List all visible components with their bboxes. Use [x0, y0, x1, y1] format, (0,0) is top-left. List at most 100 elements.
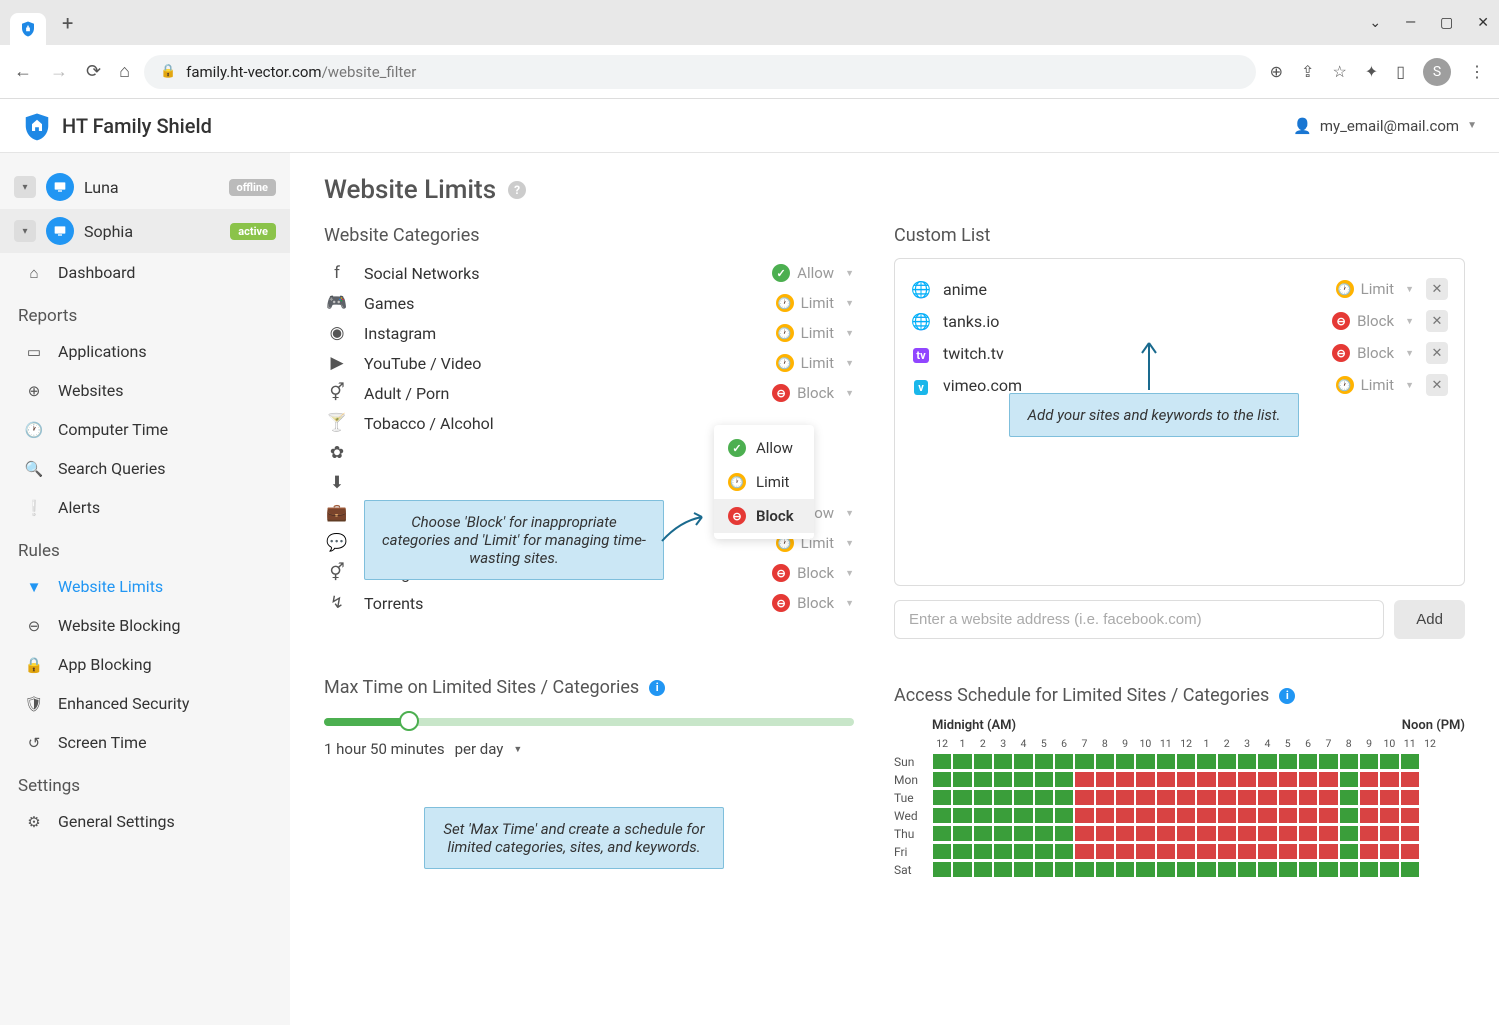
- schedule-cell[interactable]: [932, 843, 952, 860]
- schedule-cell[interactable]: [1278, 825, 1298, 842]
- sidebar-item-general-settings[interactable]: ⚙General Settings: [0, 802, 290, 841]
- schedule-cell[interactable]: [952, 825, 972, 842]
- add-button[interactable]: Add: [1394, 600, 1465, 639]
- schedule-cell[interactable]: [1074, 861, 1094, 878]
- chevron-down-icon[interactable]: ▼: [513, 744, 522, 755]
- schedule-cell[interactable]: [1156, 753, 1176, 770]
- schedule-cell[interactable]: [973, 825, 993, 842]
- schedule-cell[interactable]: [1115, 753, 1135, 770]
- schedule-cell[interactable]: [1034, 771, 1054, 788]
- schedule-cell[interactable]: [1237, 789, 1257, 806]
- schedule-cell[interactable]: [973, 789, 993, 806]
- schedule-cell[interactable]: [1400, 807, 1420, 824]
- schedule-cell[interactable]: [1054, 771, 1074, 788]
- sidebar-item-alerts[interactable]: ❕Alerts: [0, 488, 290, 527]
- schedule-cell[interactable]: [1013, 771, 1033, 788]
- schedule-cell[interactable]: [1359, 843, 1379, 860]
- schedule-cell[interactable]: [1400, 843, 1420, 860]
- schedule-cell[interactable]: [1318, 753, 1338, 770]
- schedule-cell[interactable]: [1217, 843, 1237, 860]
- schedule-cell[interactable]: [1318, 771, 1338, 788]
- schedule-cell[interactable]: [1034, 753, 1054, 770]
- schedule-cell[interactable]: [1013, 861, 1033, 878]
- remove-button[interactable]: ✕: [1426, 310, 1448, 332]
- reload-button[interactable]: ⟳: [86, 61, 101, 82]
- max-time-slider[interactable]: [324, 718, 854, 726]
- schedule-cell[interactable]: [1034, 825, 1054, 842]
- schedule-cell[interactable]: [1359, 861, 1379, 878]
- schedule-cell[interactable]: [1196, 861, 1216, 878]
- schedule-cell[interactable]: [993, 753, 1013, 770]
- schedule-cell[interactable]: [1318, 825, 1338, 842]
- schedule-cell[interactable]: [1257, 753, 1277, 770]
- sidebar-item-dashboard[interactable]: ⌂Dashboard: [0, 253, 290, 292]
- schedule-cell[interactable]: [1237, 807, 1257, 824]
- schedule-cell[interactable]: [1156, 861, 1176, 878]
- schedule-cell[interactable]: [1359, 825, 1379, 842]
- schedule-cell[interactable]: [1115, 771, 1135, 788]
- schedule-cell[interactable]: [1054, 789, 1074, 806]
- schedule-cell[interactable]: [1013, 843, 1033, 860]
- sidebar-item-website-limits[interactable]: ▼Website Limits: [0, 567, 290, 606]
- window-close-icon[interactable]: ✕: [1477, 15, 1489, 31]
- schedule-cell[interactable]: [1257, 825, 1277, 842]
- schedule-cell[interactable]: [1156, 807, 1176, 824]
- schedule-cell[interactable]: [1217, 825, 1237, 842]
- schedule-cell[interactable]: [1074, 753, 1094, 770]
- schedule-cell[interactable]: [1095, 753, 1115, 770]
- schedule-cell[interactable]: [993, 861, 1013, 878]
- home-button[interactable]: ⌂: [119, 61, 130, 82]
- schedule-cell[interactable]: [1196, 825, 1216, 842]
- sidebar-item-computer-time[interactable]: 🕐Computer Time: [0, 410, 290, 449]
- schedule-cell[interactable]: [932, 789, 952, 806]
- browser-tab-active[interactable]: [10, 13, 46, 45]
- dropdown-option-block[interactable]: ⊖Block: [714, 499, 814, 533]
- schedule-cell[interactable]: [993, 807, 1013, 824]
- schedule-cell[interactable]: [1034, 843, 1054, 860]
- schedule-cell[interactable]: [1176, 753, 1196, 770]
- schedule-cell[interactable]: [952, 771, 972, 788]
- schedule-cell[interactable]: [1400, 825, 1420, 842]
- sidebar-item-app-blocking[interactable]: 🔒App Blocking: [0, 645, 290, 684]
- extensions-icon[interactable]: ✦: [1365, 62, 1378, 81]
- schedule-cell[interactable]: [1115, 843, 1135, 860]
- sidebar-item-website-blocking[interactable]: ⊖Website Blocking: [0, 606, 290, 645]
- schedule-cell[interactable]: [1339, 825, 1359, 842]
- schedule-cell[interactable]: [1339, 807, 1359, 824]
- schedule-cell[interactable]: [1359, 807, 1379, 824]
- category-action[interactable]: 🕐 Limit ▼: [776, 324, 854, 342]
- schedule-cell[interactable]: [1176, 825, 1196, 842]
- schedule-cell[interactable]: [1318, 843, 1338, 860]
- schedule-cell[interactable]: [1379, 753, 1399, 770]
- schedule-cell[interactable]: [1257, 771, 1277, 788]
- schedule-cell[interactable]: [1359, 753, 1379, 770]
- sidebar-item-enhanced-security[interactable]: 🛡Enhanced Security: [0, 684, 290, 723]
- schedule-cell[interactable]: [1339, 753, 1359, 770]
- sidebar-item-search-queries[interactable]: 🔍Search Queries: [0, 449, 290, 488]
- schedule-cell[interactable]: [1278, 771, 1298, 788]
- schedule-cell[interactable]: [1278, 789, 1298, 806]
- schedule-cell[interactable]: [973, 807, 993, 824]
- schedule-cell[interactable]: [1115, 861, 1135, 878]
- schedule-cell[interactable]: [932, 861, 952, 878]
- slider-thumb[interactable]: [399, 711, 419, 731]
- schedule-cell[interactable]: [1379, 771, 1399, 788]
- schedule-cell[interactable]: [1074, 771, 1094, 788]
- sidebar-item-applications[interactable]: ▭Applications: [0, 332, 290, 371]
- remove-button[interactable]: ✕: [1426, 342, 1448, 364]
- schedule-cell[interactable]: [952, 753, 972, 770]
- sidebar-item-screen-time[interactable]: ↺Screen Time: [0, 723, 290, 762]
- schedule-cell[interactable]: [1115, 807, 1135, 824]
- schedule-cell[interactable]: [973, 861, 993, 878]
- site-action[interactable]: 🕐 Limit ▼: [1336, 280, 1414, 298]
- url-bar[interactable]: 🔒 family.ht-vector.com/website_filter: [144, 55, 1256, 89]
- back-button[interactable]: ←: [14, 61, 32, 82]
- schedule-cell[interactable]: [952, 807, 972, 824]
- schedule-cell[interactable]: [1156, 789, 1176, 806]
- schedule-cell[interactable]: [1278, 807, 1298, 824]
- schedule-cell[interactable]: [1176, 861, 1196, 878]
- schedule-cell[interactable]: [1400, 753, 1420, 770]
- schedule-cell[interactable]: [1379, 789, 1399, 806]
- site-action[interactable]: ⊖ Block ▼: [1332, 344, 1414, 362]
- remove-button[interactable]: ✕: [1426, 374, 1448, 396]
